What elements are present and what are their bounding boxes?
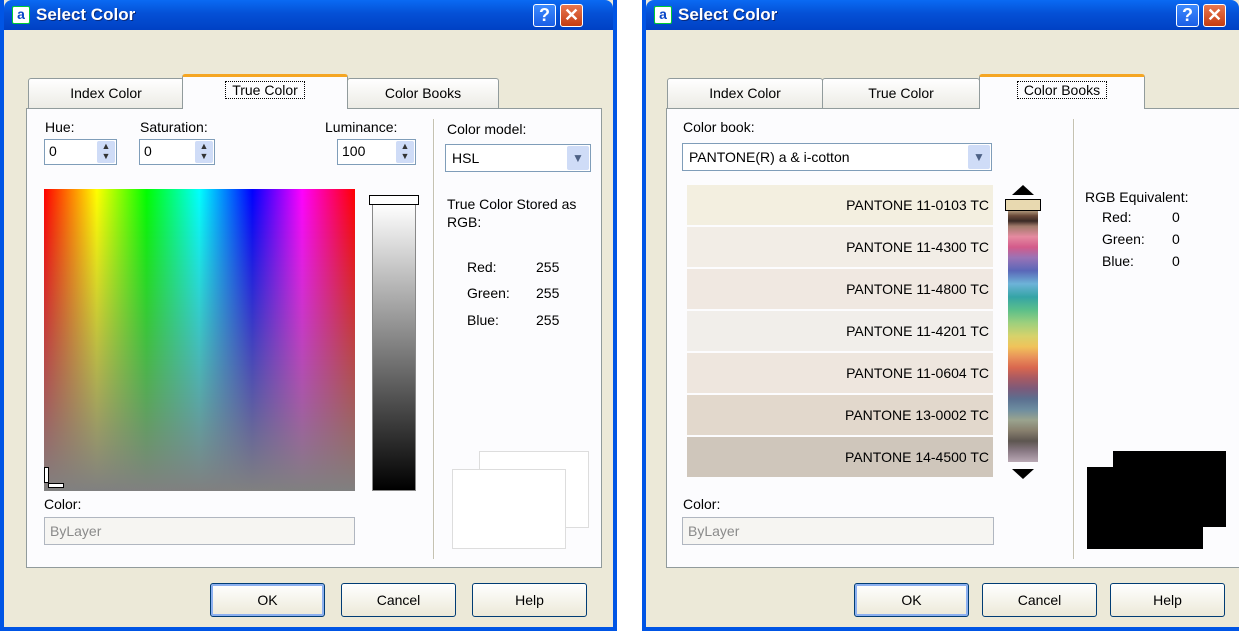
tab-index-color[interactable]: Index Color: [667, 78, 823, 108]
help-title-button[interactable]: ?: [1176, 4, 1199, 27]
title-bar: a Select Color ? ✕: [4, 0, 613, 30]
picker-marker-icon: [48, 483, 64, 488]
color-book-select[interactable]: PANTONE(R) a & i-cotton ▼: [682, 143, 992, 171]
color-swatch-row[interactable]: PANTONE 13-0002 TC: [687, 395, 993, 435]
rgb-equivalent-label: RGB Equivalent:: [1085, 189, 1189, 205]
title-bar: a Select Color ? ✕: [646, 0, 1239, 30]
spin-arrows-icon[interactable]: ▲ ▼: [97, 141, 115, 163]
green-value: 255: [536, 285, 560, 301]
tab-panel: Hue: 0 ▲ ▼ Saturation: 0 ▲ ▼ Luminance: 100 ▲…: [26, 108, 602, 568]
close-button[interactable]: ✕: [1203, 4, 1226, 27]
ok-button[interactable]: OK: [210, 583, 325, 617]
saturation-value: 0: [144, 143, 152, 159]
color-model-label: Color model:: [447, 121, 527, 137]
blue-value: 255: [536, 312, 560, 328]
blue-label: Blue:: [467, 312, 499, 328]
cancel-button[interactable]: Cancel: [982, 583, 1097, 617]
color-swatch-row[interactable]: PANTONE 11-0604 TC: [687, 353, 993, 393]
picker-crosshair-icon: [44, 467, 49, 483]
hue-label: Hue:: [45, 119, 75, 135]
hue-spinner[interactable]: 0 ▲ ▼: [44, 139, 117, 165]
tab-index-color[interactable]: Index Color: [28, 78, 184, 108]
color-field[interactable]: ByLayer: [44, 517, 355, 545]
dialog-title: Select Color: [36, 5, 136, 24]
green-label: Green:: [1102, 231, 1145, 247]
help-button[interactable]: Help: [472, 583, 587, 617]
red-label: Red:: [1102, 209, 1132, 225]
color-label: Color:: [683, 496, 721, 512]
help-title-button[interactable]: ?: [533, 4, 556, 27]
green-value: 0: [1172, 231, 1180, 247]
app-icon: a: [654, 6, 672, 24]
tab-label: True Color: [225, 81, 305, 99]
dialog-select-color-books: a Select Color ? ✕ Index Color True Colo…: [642, 0, 1239, 631]
color-swatch-row[interactable]: PANTONE 11-0103 TC: [687, 185, 993, 225]
dialog-title: Select Color: [678, 5, 778, 24]
color-swatch-row[interactable]: PANTONE 11-4300 TC: [687, 227, 993, 267]
swatch-name: PANTONE 11-4300 TC: [846, 239, 989, 255]
luminance-spinner[interactable]: 100 ▲ ▼: [337, 139, 416, 165]
help-button[interactable]: Help: [1110, 583, 1225, 617]
luminance-slider[interactable]: [369, 189, 419, 491]
chevron-down-icon[interactable]: ▼: [567, 146, 589, 170]
swatch-name: PANTONE 13-0002 TC: [845, 407, 989, 423]
spin-arrows-icon[interactable]: ▲ ▼: [396, 141, 414, 163]
red-value: 255: [536, 259, 560, 275]
old-color-preview: [452, 469, 566, 549]
color-swatch-row[interactable]: PANTONE 11-4201 TC: [687, 311, 993, 351]
luminance-bar: [372, 203, 416, 491]
saturation-label: Saturation:: [140, 119, 208, 135]
cancel-button[interactable]: Cancel: [341, 583, 456, 617]
swatch-name: PANTONE 11-0604 TC: [846, 365, 989, 381]
color-swatch-row[interactable]: PANTONE 14-4500 TC: [687, 437, 993, 477]
true-color-stored-label: True Color Stored as RGB:: [447, 196, 577, 230]
luminance-handle-icon[interactable]: [369, 195, 419, 205]
swatch-name: PANTONE 11-4201 TC: [846, 323, 989, 339]
color-field-value: ByLayer: [50, 523, 102, 539]
color-swatch-row[interactable]: PANTONE 11-4800 TC: [687, 269, 993, 309]
tab-true-color[interactable]: True Color: [822, 78, 980, 108]
hue-saturation-picker[interactable]: [44, 189, 355, 491]
swatch-name: PANTONE 14-4500 TC: [845, 449, 989, 465]
vertical-divider: [1073, 119, 1075, 559]
tab-color-books[interactable]: Color Books: [979, 74, 1145, 109]
chevron-up-icon[interactable]: [1012, 185, 1034, 195]
color-model-select[interactable]: HSL ▼: [445, 144, 591, 172]
swatch-name: PANTONE 11-0103 TC: [846, 197, 989, 213]
vertical-divider: [433, 119, 435, 559]
red-value: 0: [1172, 209, 1180, 225]
spectrum-selector-icon[interactable]: [1005, 199, 1041, 211]
green-label: Green:: [467, 285, 510, 301]
chevron-down-icon[interactable]: ▼: [968, 145, 990, 169]
color-book-slider[interactable]: [1003, 182, 1043, 482]
color-model-value: HSL: [452, 150, 480, 166]
tab-true-color[interactable]: True Color: [182, 74, 348, 109]
app-icon: a: [12, 6, 30, 24]
luminance-label: Luminance:: [325, 119, 398, 135]
ok-button[interactable]: OK: [854, 583, 969, 617]
color-field-value: ByLayer: [688, 523, 740, 539]
color-field[interactable]: ByLayer: [682, 517, 994, 545]
blue-label: Blue:: [1102, 253, 1134, 269]
chevron-down-icon[interactable]: [1012, 469, 1034, 479]
color-book-spectrum: [1008, 200, 1038, 462]
close-button[interactable]: ✕: [560, 4, 583, 27]
swatch-name: PANTONE 11-4800 TC: [846, 281, 989, 297]
spin-arrows-icon[interactable]: ▲ ▼: [195, 141, 213, 163]
tab-label: Color Books: [1016, 81, 1108, 99]
color-label: Color:: [44, 496, 82, 512]
tab-color-books[interactable]: Color Books: [347, 78, 499, 108]
saturation-spinner[interactable]: 0 ▲ ▼: [139, 139, 215, 165]
color-book-value: PANTONE(R) a & i-cotton: [689, 149, 850, 165]
color-book-label: Color book:: [683, 119, 755, 135]
blue-value: 0: [1172, 253, 1180, 269]
luminance-value: 100: [342, 143, 366, 159]
dialog-select-color-true: a Select Color ? ✕ Index Color True Colo…: [0, 0, 617, 631]
old-color-preview: [1087, 467, 1203, 549]
hue-value: 0: [49, 143, 57, 159]
red-label: Red:: [467, 259, 497, 275]
